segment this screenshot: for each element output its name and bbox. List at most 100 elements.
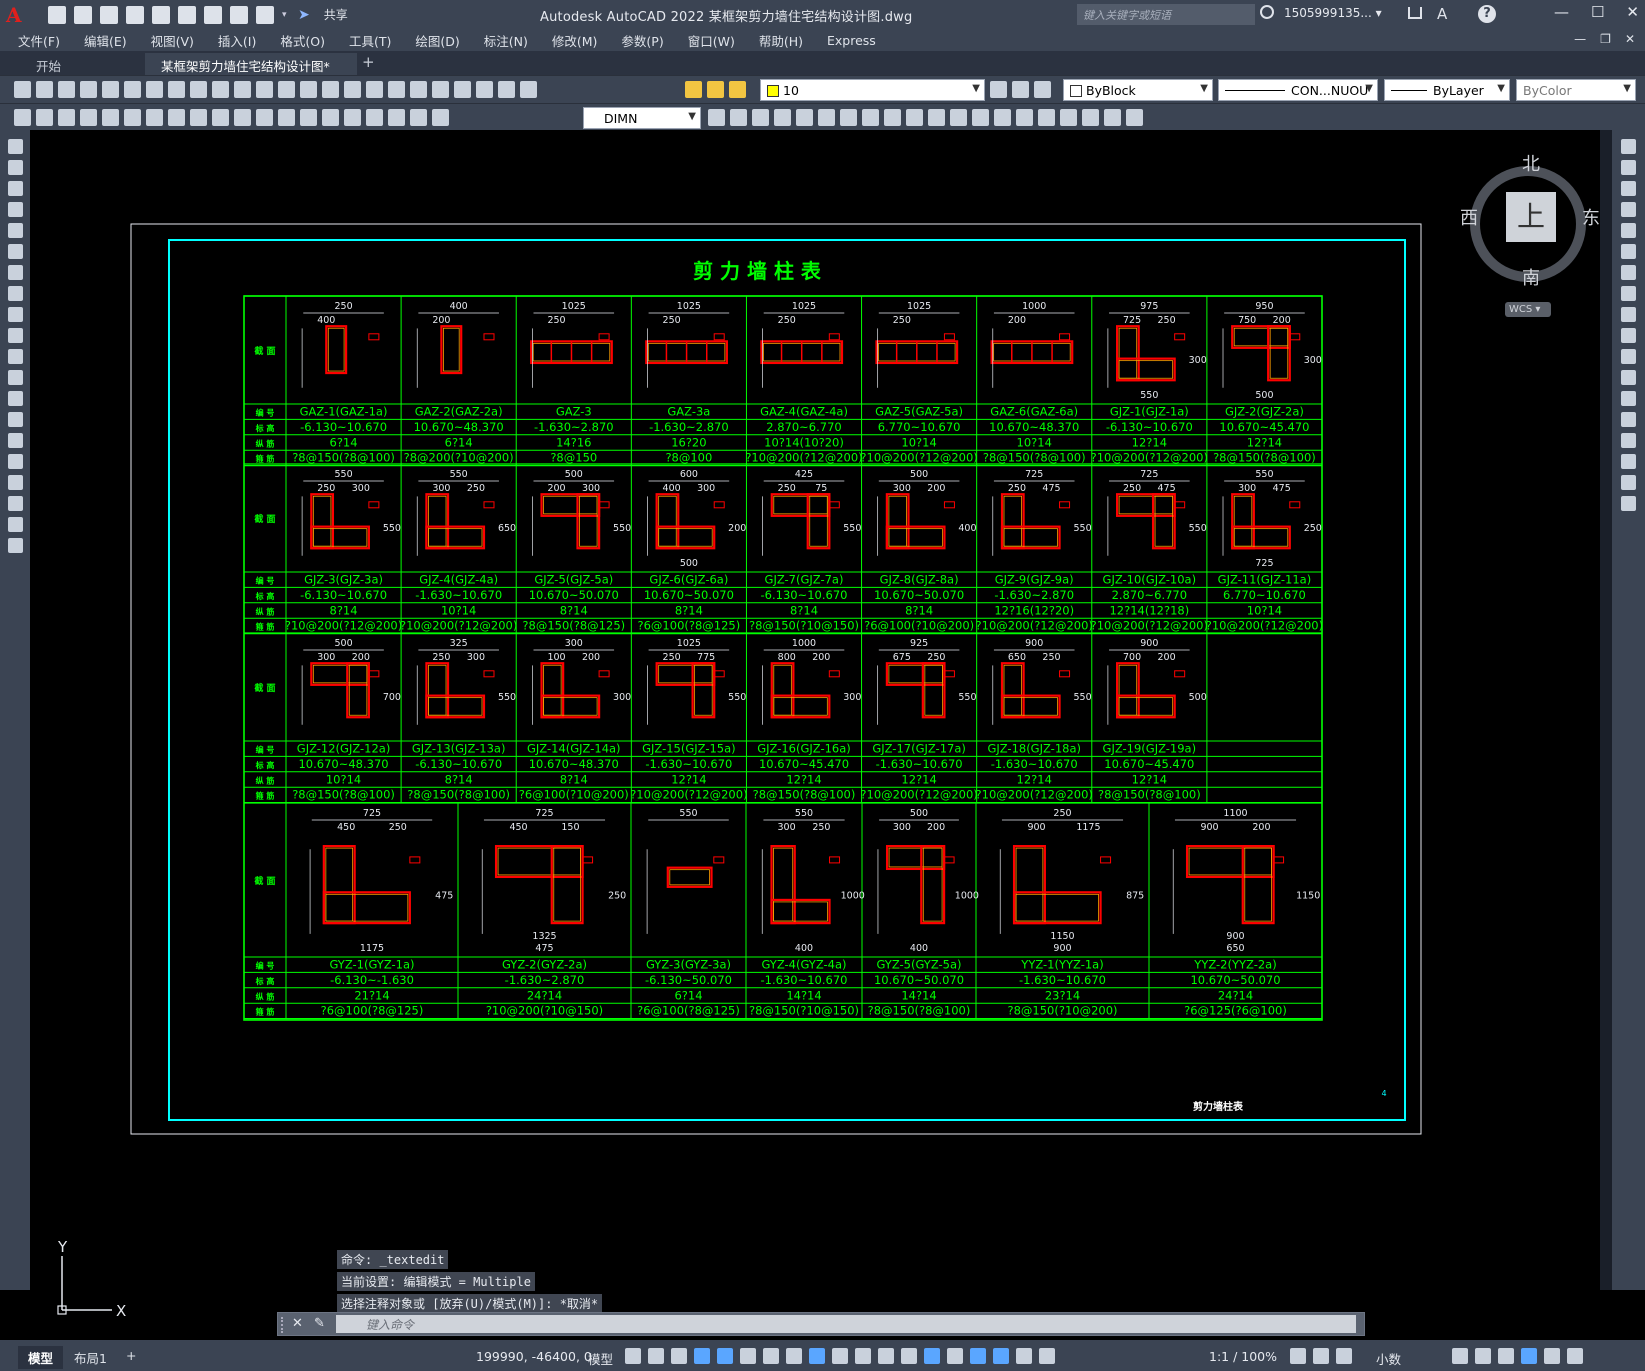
layer-properties-icon[interactable] xyxy=(1034,81,1051,98)
snap-icon[interactable] xyxy=(648,1348,664,1364)
blend-icon[interactable] xyxy=(1060,109,1077,126)
tolerance-icon[interactable] xyxy=(300,109,317,126)
properties-icon[interactable] xyxy=(388,81,405,98)
menu-item[interactable]: 参数(P) xyxy=(621,31,663,50)
keyword-search-input[interactable]: 键入关键字或短语 xyxy=(1077,4,1255,25)
share-icon[interactable]: ➤ xyxy=(298,7,310,23)
add-selected-icon[interactable] xyxy=(8,538,23,553)
color-dropdown[interactable]: ByBlock ▼ xyxy=(1063,79,1213,101)
table-icon[interactable] xyxy=(8,496,23,511)
chamfer-icon[interactable] xyxy=(1621,433,1636,448)
menu-item[interactable]: 格式(O) xyxy=(280,31,325,50)
save-web-icon[interactable] xyxy=(178,5,196,24)
menu-item[interactable]: 帮助(H) xyxy=(759,31,803,50)
polar-icon[interactable] xyxy=(740,1348,756,1364)
open-web-icon[interactable] xyxy=(152,5,170,24)
user-account[interactable]: 1505999135... ▾ xyxy=(1284,6,1382,20)
command-customize-icon[interactable]: ✎ xyxy=(314,1316,325,1331)
stretch-icon[interactable] xyxy=(1621,307,1636,322)
plus-icon[interactable] xyxy=(1313,1348,1329,1364)
units-icon[interactable] xyxy=(1336,1348,1352,1364)
preview-icon[interactable] xyxy=(102,81,119,98)
trim-icon[interactable] xyxy=(1621,328,1636,343)
ellipse-icon[interactable] xyxy=(8,328,23,343)
lock-ui-icon[interactable] xyxy=(1475,1348,1491,1364)
hatch-icon[interactable] xyxy=(8,433,23,448)
insert-block-icon[interactable] xyxy=(8,370,23,385)
layer-freeze-icon[interactable] xyxy=(707,81,724,98)
dim-diameter-icon[interactable] xyxy=(146,109,163,126)
extend-icon[interactable] xyxy=(1621,349,1636,364)
isodraft-icon[interactable] xyxy=(763,1348,779,1364)
dim-update-icon[interactable] xyxy=(432,109,449,126)
dim-style-icon[interactable] xyxy=(708,109,725,126)
gizmo-icon[interactable] xyxy=(970,1348,986,1364)
fillet-icon[interactable] xyxy=(1621,454,1636,469)
add-layout-button[interactable]: + xyxy=(116,1346,146,1365)
dim-space-icon[interactable] xyxy=(256,109,273,126)
jogged-linear-icon[interactable] xyxy=(366,109,383,126)
lineweight-icon[interactable] xyxy=(832,1348,848,1364)
redo-tool-icon[interactable] xyxy=(278,81,295,98)
rectangle-icon[interactable] xyxy=(8,223,23,238)
wcs-menu[interactable]: WCS ▾ xyxy=(1505,302,1551,317)
cut-icon[interactable] xyxy=(146,81,163,98)
compass-east[interactable]: 东 xyxy=(1582,204,1600,230)
rotate-icon[interactable] xyxy=(1621,265,1636,280)
open-file-icon[interactable] xyxy=(74,5,92,24)
make-current-icon[interactable] xyxy=(990,81,1007,98)
polyline-icon[interactable] xyxy=(8,181,23,196)
blend-icon[interactable] xyxy=(1621,475,1636,490)
paste-icon[interactable] xyxy=(190,81,207,98)
search-icon[interactable] xyxy=(1260,5,1274,19)
menu-item[interactable]: Express xyxy=(827,33,876,48)
scale-icon[interactable] xyxy=(884,109,901,126)
tab-layout1[interactable]: 布局1 xyxy=(64,1346,117,1369)
object-track-icon[interactable] xyxy=(786,1348,802,1364)
workspace-icon[interactable] xyxy=(1290,1348,1306,1364)
new-file-icon[interactable] xyxy=(48,5,66,24)
undo-icon[interactable] xyxy=(230,5,248,24)
ortho-icon[interactable] xyxy=(717,1348,733,1364)
grid-icon[interactable] xyxy=(625,1348,641,1364)
erase-icon[interactable] xyxy=(730,109,747,126)
open-icon[interactable] xyxy=(36,81,53,98)
menu-item[interactable]: 工具(T) xyxy=(349,31,391,50)
3d-osnap-icon[interactable] xyxy=(901,1348,917,1364)
tab-start[interactable]: 开始 xyxy=(20,53,77,75)
tool-palettes-icon[interactable] xyxy=(432,81,449,98)
break-icon[interactable] xyxy=(972,109,989,126)
dynamic-input-icon[interactable] xyxy=(694,1348,710,1364)
command-input[interactable]: 键入命令 xyxy=(336,1315,1356,1333)
dim-arc-icon[interactable] xyxy=(58,109,75,126)
maximize-icon[interactable]: ☐ xyxy=(1591,3,1604,21)
erase-icon[interactable] xyxy=(1621,139,1636,154)
dim-edit-icon[interactable] xyxy=(388,109,405,126)
quick-dim-icon[interactable] xyxy=(190,109,207,126)
menu-item[interactable]: 编辑(E) xyxy=(84,31,127,50)
menu-item[interactable]: 文件(F) xyxy=(18,31,60,50)
auto-scale-icon[interactable] xyxy=(1016,1348,1032,1364)
dim-baseline-icon[interactable] xyxy=(212,109,229,126)
viewcube-top-face[interactable]: 上 xyxy=(1506,192,1556,242)
zoom-window-icon[interactable] xyxy=(344,81,361,98)
new-tab-icon[interactable]: + xyxy=(362,53,375,71)
chamfer-icon[interactable] xyxy=(1016,109,1033,126)
redo-icon[interactable] xyxy=(256,5,274,24)
annotation-scale-readout[interactable]: 1:1 / 100% xyxy=(1209,1349,1277,1364)
compass-south[interactable]: 南 xyxy=(1522,264,1540,290)
extend-icon[interactable] xyxy=(950,109,967,126)
layer-lock-icon[interactable] xyxy=(729,81,746,98)
tab-model[interactable]: 模型 xyxy=(18,1346,64,1369)
annotation-visibility-icon[interactable] xyxy=(993,1348,1009,1364)
doc-restore-icon[interactable]: ❐ xyxy=(1600,32,1611,46)
hardware-accel-icon[interactable] xyxy=(1521,1348,1537,1364)
inspect-icon[interactable] xyxy=(344,109,361,126)
model-space-toggle[interactable]: 模型 xyxy=(588,1349,613,1368)
array-icon[interactable] xyxy=(818,109,835,126)
construction-line-icon[interactable] xyxy=(8,160,23,175)
tab-drawing[interactable]: 某框架剪力墙住宅结构设计图* × xyxy=(145,53,357,90)
design-center-icon[interactable] xyxy=(410,81,427,98)
dim-linear-icon[interactable] xyxy=(14,109,31,126)
osnap-icon[interactable] xyxy=(809,1348,825,1364)
